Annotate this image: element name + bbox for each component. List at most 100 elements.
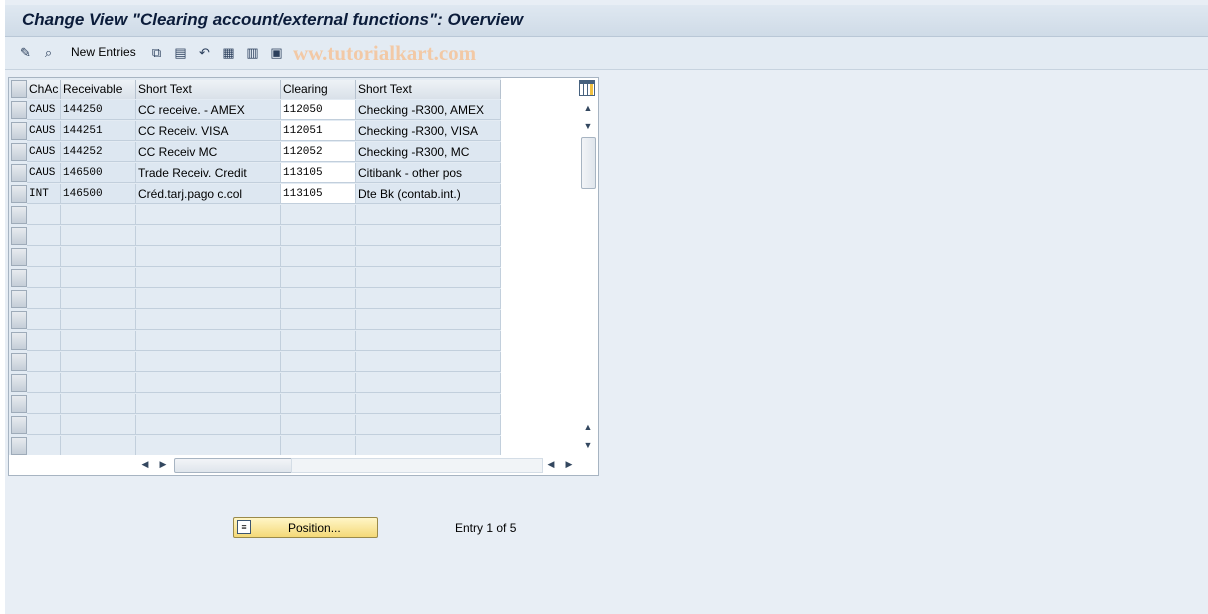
empty-cell[interactable] [136,394,281,414]
empty-cell[interactable] [136,436,281,456]
row-selector[interactable] [11,185,27,203]
empty-cell[interactable] [281,289,356,309]
empty-cell[interactable] [27,373,61,393]
empty-cell[interactable] [136,415,281,435]
copy-icon[interactable]: ⧉ [149,45,164,60]
row-selector[interactable] [11,290,27,308]
empty-cell[interactable] [27,268,61,288]
cell-receivable[interactable]: 144251 [61,121,136,141]
empty-cell[interactable] [281,226,356,246]
empty-cell[interactable] [61,310,136,330]
empty-cell[interactable] [27,415,61,435]
scroll-left-end-arrow-icon[interactable]: ◀ [542,459,560,470]
cell-short-text-2[interactable]: Checking -R300, VISA [356,121,501,141]
empty-cell[interactable] [356,268,501,288]
empty-cell[interactable] [27,289,61,309]
select-all-icon[interactable]: ▦ [221,45,236,60]
empty-cell[interactable] [136,268,281,288]
empty-cell[interactable] [27,436,61,456]
empty-cell[interactable] [281,373,356,393]
scroll-left-arrow-icon[interactable]: ◀ [136,459,154,470]
table-settings-icon[interactable] [579,80,595,96]
new-entries-button[interactable]: New Entries [71,45,136,59]
cell-chac[interactable]: INT [27,184,61,204]
empty-cell[interactable] [136,373,281,393]
scroll-down-arrow-icon[interactable]: ▼ [579,121,597,131]
empty-cell[interactable] [61,394,136,414]
cell-clearing[interactable]: 113105 [281,184,356,204]
empty-cell[interactable] [136,310,281,330]
cell-clearing[interactable]: 112051 [281,121,356,141]
row-selector[interactable] [11,164,27,182]
cell-receivable[interactable]: 144252 [61,142,136,162]
cell-short-text-2[interactable]: Citibank - other pos [356,163,501,183]
cell-short-text-1[interactable]: CC receive. - AMEX [136,100,281,120]
empty-cell[interactable] [281,436,356,456]
empty-cell[interactable] [281,394,356,414]
display-icon[interactable]: ⌕ [41,45,56,60]
empty-cell[interactable] [27,394,61,414]
row-selector[interactable] [11,122,27,140]
empty-cell[interactable] [356,247,501,267]
undo-icon[interactable]: ↶ [197,45,212,60]
cell-receivable[interactable]: 146500 [61,184,136,204]
row-selector[interactable] [11,206,27,224]
empty-cell[interactable] [356,289,501,309]
empty-cell[interactable] [356,352,501,372]
empty-cell[interactable] [281,331,356,351]
empty-cell[interactable] [136,247,281,267]
cell-chac[interactable]: CAUS [27,100,61,120]
empty-cell[interactable] [27,352,61,372]
column-header-receivable[interactable]: Receivable [61,80,136,99]
empty-cell[interactable] [27,226,61,246]
row-selector[interactable] [11,143,27,161]
cell-receivable[interactable]: 146500 [61,163,136,183]
empty-cell[interactable] [61,205,136,225]
empty-cell[interactable] [27,310,61,330]
empty-cell[interactable] [61,268,136,288]
cell-receivable[interactable]: 144250 [61,100,136,120]
scroll-right-arrow-icon[interactable]: ▶ [154,459,172,470]
empty-cell[interactable] [281,310,356,330]
column-header-short-text-2[interactable]: Short Text [356,80,501,99]
scroll-down-bottom-arrow-icon[interactable]: ▼ [579,440,597,450]
empty-cell[interactable] [61,373,136,393]
empty-cell[interactable] [136,226,281,246]
scroll-right-end-arrow-icon[interactable]: ▶ [560,459,578,470]
row-selector[interactable] [11,416,27,434]
empty-cell[interactable] [136,289,281,309]
row-selector[interactable] [11,269,27,287]
cell-short-text-1[interactable]: CC Receiv MC [136,142,281,162]
empty-cell[interactable] [61,352,136,372]
cell-short-text-2[interactable]: Checking -R300, AMEX [356,100,501,120]
cell-clearing[interactable]: 112050 [281,100,356,120]
scroll-up-bottom-arrow-icon[interactable]: ▲ [579,422,597,432]
empty-cell[interactable] [281,415,356,435]
row-selector[interactable] [11,332,27,350]
empty-cell[interactable] [61,247,136,267]
position-button[interactable]: ≡ Position... [233,517,378,538]
empty-cell[interactable] [281,352,356,372]
empty-cell[interactable] [27,331,61,351]
horizontal-scroll-thumb[interactable] [174,458,293,473]
cell-short-text-1[interactable]: CC Receiv. VISA [136,121,281,141]
cell-clearing[interactable]: 112052 [281,142,356,162]
cell-short-text-1[interactable]: Trade Receiv. Credit [136,163,281,183]
empty-cell[interactable] [356,331,501,351]
row-selector[interactable] [11,101,27,119]
empty-cell[interactable] [356,226,501,246]
empty-cell[interactable] [356,415,501,435]
empty-cell[interactable] [27,247,61,267]
empty-cell[interactable] [136,205,281,225]
row-selector[interactable] [11,395,27,413]
empty-cell[interactable] [356,205,501,225]
column-header-clearing[interactable]: Clearing [281,80,356,99]
delete-icon[interactable]: ▤ [173,45,188,60]
empty-cell[interactable] [356,373,501,393]
row-selector[interactable] [11,227,27,245]
row-selector[interactable] [11,353,27,371]
empty-cell[interactable] [27,205,61,225]
empty-cell[interactable] [61,436,136,456]
column-header-chac[interactable]: ChAc [27,80,61,99]
row-selector[interactable] [11,311,27,329]
